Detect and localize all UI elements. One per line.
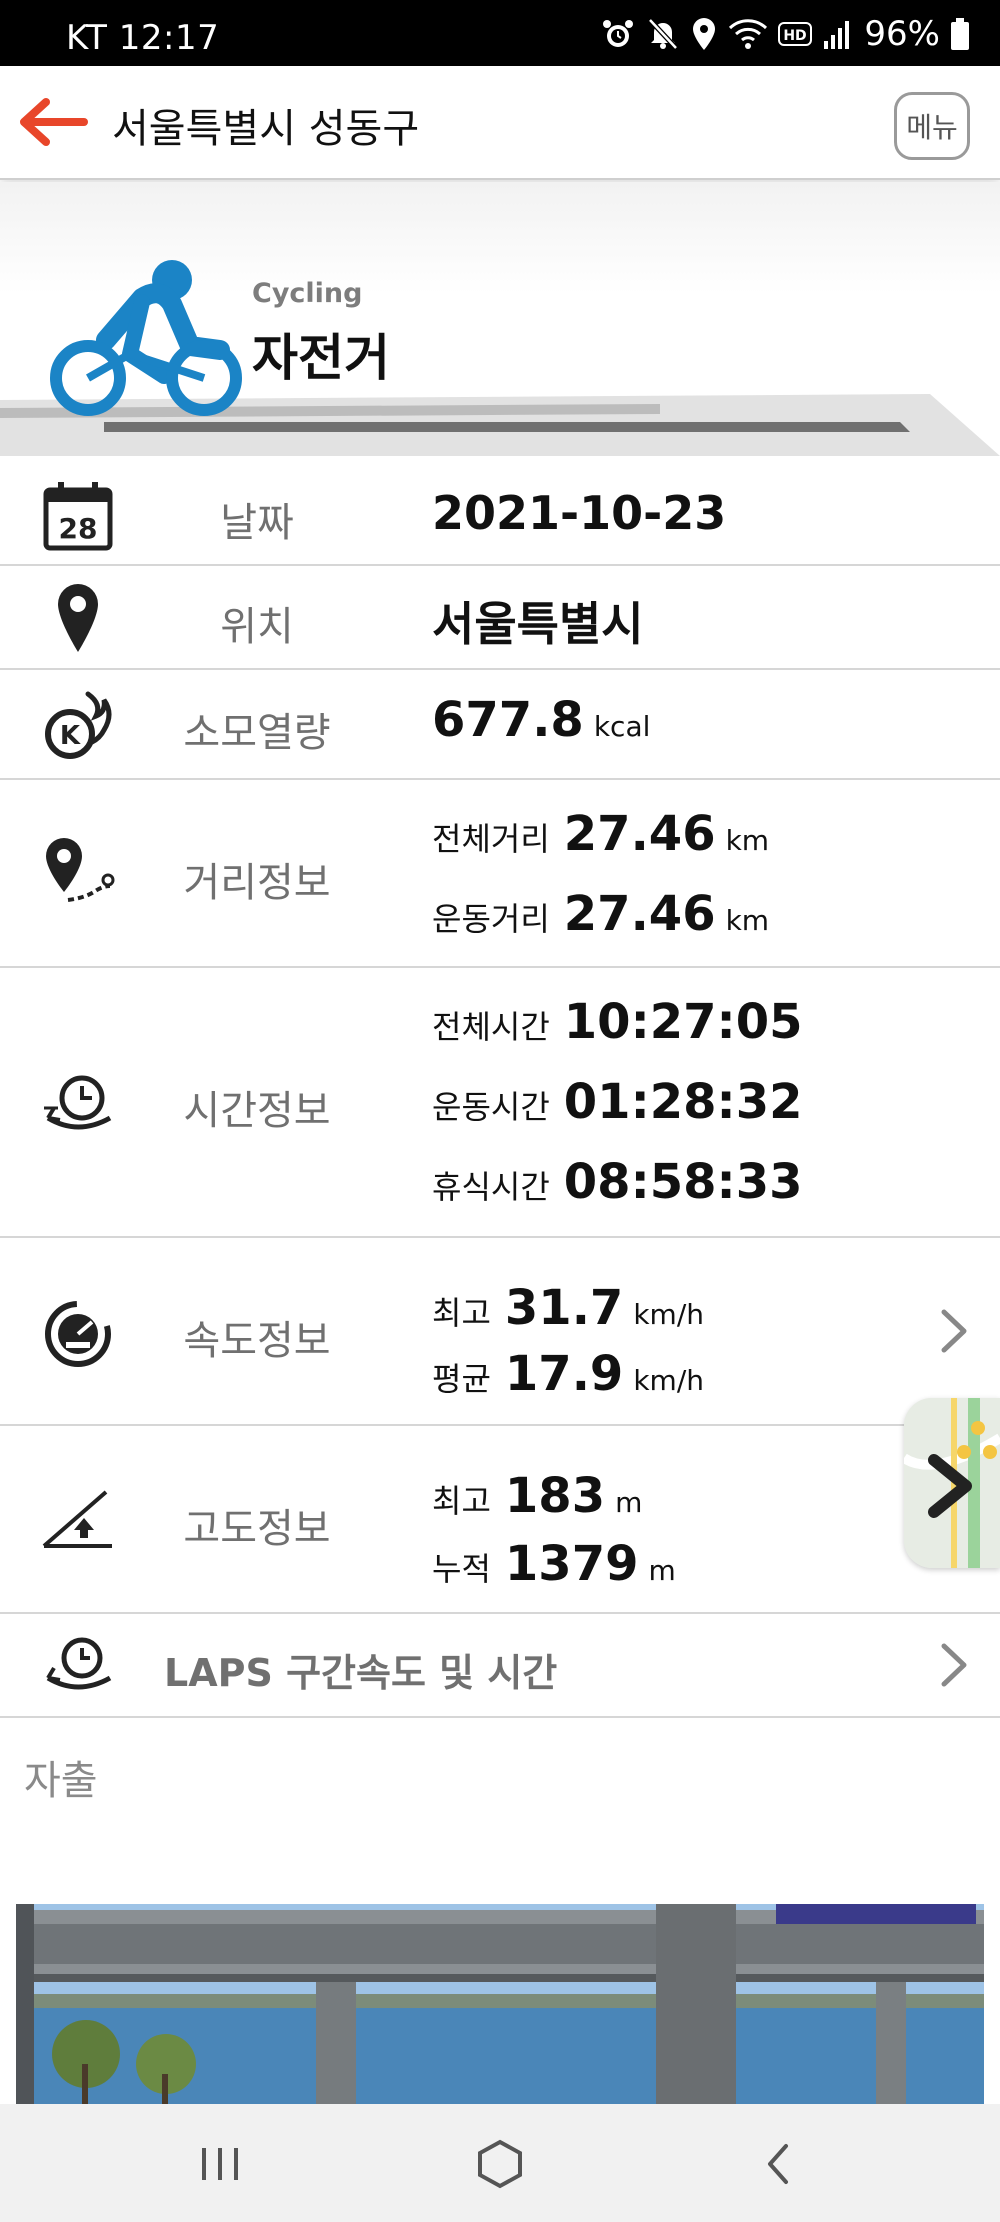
- laps-icon: [46, 1637, 112, 1690]
- max-altitude-value: 183: [504, 1468, 606, 1524]
- recent-apps-icon[interactable]: [190, 2134, 250, 2194]
- calories-row: K 소모열량 677.8 kcal: [0, 670, 1000, 780]
- date-row: 28 날짜 2021-10-23: [0, 462, 1000, 566]
- status-carrier-time: KT 12:17: [66, 18, 220, 58]
- calories-unit: kcal: [593, 710, 651, 743]
- cumulative-altitude-unit: m: [648, 1554, 676, 1587]
- menu-button[interactable]: 메뉴: [894, 92, 970, 160]
- cycling-icon: [50, 260, 242, 416]
- location-row: 위치 서울특별시: [0, 566, 1000, 670]
- system-nav-bar: [0, 2104, 1000, 2222]
- distance-label: 거리정보: [183, 860, 331, 906]
- speedometer-icon: [45, 1301, 111, 1367]
- altitude-row: 고도정보 최고 183 m 누적 1379 m: [0, 1426, 1000, 1614]
- page-title: 서울특별시 성동구: [112, 106, 420, 152]
- rest-time-value: 08:58:33: [563, 1154, 803, 1210]
- cumulative-altitude-value: 1379: [504, 1536, 639, 1592]
- app-bar: 서울특별시 성동구 메뉴: [0, 66, 1000, 180]
- calories-value: 677.8: [432, 692, 584, 748]
- map-thumbnail-button[interactable]: [904, 1398, 1000, 1568]
- date-value: 2021-10-23: [432, 486, 727, 540]
- location-status-icon: [693, 18, 716, 50]
- back-arrow-icon: [20, 98, 88, 146]
- location-value: 서울특별시: [432, 597, 644, 651]
- exercise-distance-label: 운동거리: [432, 900, 550, 938]
- chevron-right-icon[interactable]: [936, 1640, 972, 1690]
- svg-text:HD: HD: [784, 28, 807, 44]
- max-altitude-line: 최고 183 m: [432, 1468, 642, 1524]
- avg-speed-value: 17.9: [504, 1346, 624, 1402]
- avg-speed-label: 평균: [432, 1360, 491, 1398]
- total-time-label: 전체시간: [432, 1008, 550, 1046]
- activity-header: Cycling 자전거: [0, 182, 1000, 462]
- calorie-icon: K: [45, 691, 112, 759]
- altitude-label: 고도정보: [183, 1506, 331, 1552]
- calorie-icon-letter: K: [60, 721, 81, 751]
- calendar-day: 28: [59, 512, 98, 545]
- speed-row[interactable]: 속도정보 최고 31.7 km/h 평균 17.9 km/h: [0, 1238, 1000, 1426]
- calories-label: 소모열량: [183, 710, 331, 756]
- signal-icon: [824, 21, 850, 49]
- activity-title: 자전거: [252, 329, 390, 387]
- exercise-distance-line: 운동거리 27.46 km: [432, 886, 769, 942]
- total-time-value: 10:27:05: [563, 994, 803, 1050]
- total-distance-unit: km: [725, 824, 770, 857]
- battery-percent: 96%: [864, 14, 940, 54]
- total-distance-value: 27.46: [563, 806, 716, 862]
- back-button[interactable]: [14, 94, 94, 150]
- photo-image: [16, 1904, 984, 2104]
- speed-label: 속도정보: [183, 1318, 331, 1364]
- max-altitude-label: 최고: [432, 1482, 491, 1520]
- cumulative-altitude-line: 누적 1379 m: [432, 1536, 676, 1592]
- time-row: 시간정보 전체시간 10:27:05 운동시간 01:28:32 휴식시간 08:58…: [0, 968, 1000, 1238]
- stopwatch-icon: [44, 1075, 112, 1130]
- time-label: 시간정보: [183, 1088, 331, 1134]
- activity-photo[interactable]: [16, 1904, 984, 2104]
- date-label: 날짜: [220, 500, 294, 546]
- rest-time-line: 휴식시간 08:58:33: [432, 1154, 803, 1210]
- max-altitude-unit: m: [615, 1486, 643, 1519]
- max-speed-line: 최고 31.7 km/h: [432, 1280, 704, 1336]
- exercise-distance-value: 27.46: [563, 886, 716, 942]
- laps-label: LAPS 구간속도 및 시간: [164, 1651, 558, 1695]
- distance-row: 거리정보 전체거리 27.46 km 운동거리 27.46 km: [0, 780, 1000, 968]
- chevron-right-icon[interactable]: [936, 1306, 972, 1356]
- laps-row[interactable]: LAPS 구간속도 및 시간: [0, 1614, 1000, 1718]
- home-icon[interactable]: [470, 2134, 530, 2194]
- back-nav-icon[interactable]: [750, 2134, 810, 2194]
- activity-details: 28 날짜 2021-10-23 위치 서울특별시 K 소모열량 677.8 kc…: [0, 462, 1000, 1718]
- altitude-icon: [42, 1490, 112, 1548]
- status-icons: HD 96%: [600, 14, 970, 54]
- battery-icon: [951, 18, 969, 50]
- location-label: 위치: [220, 604, 294, 650]
- mute-icon: [648, 18, 679, 50]
- calendar-icon: 28: [43, 482, 113, 551]
- exercise-time-label: 운동시간: [432, 1088, 550, 1126]
- max-speed-unit: km/h: [633, 1298, 704, 1331]
- avg-speed-line: 평균 17.9 km/h: [432, 1346, 704, 1402]
- max-speed-value: 31.7: [504, 1280, 624, 1336]
- status-bar: KT 12:17 HD 96%: [0, 0, 1000, 66]
- exercise-time-line: 운동시간 01:28:32: [432, 1074, 803, 1130]
- hd-icon: HD: [778, 22, 813, 46]
- rest-time-label: 휴식시간: [432, 1168, 550, 1206]
- max-speed-label: 최고: [432, 1294, 491, 1332]
- calories-value-line: 677.8 kcal: [432, 692, 650, 748]
- wifi-icon: [729, 19, 768, 49]
- location-pin-icon: [58, 584, 98, 652]
- route-icon: [46, 838, 115, 902]
- map-thumbnail-icon: [904, 1398, 1000, 1568]
- total-distance-label: 전체거리: [432, 820, 550, 858]
- total-time-line: 전체시간 10:27:05: [432, 994, 803, 1050]
- cumulative-altitude-label: 누적: [432, 1550, 491, 1588]
- alarm-icon: [603, 20, 634, 47]
- exercise-time-value: 01:28:32: [563, 1074, 803, 1130]
- exercise-distance-unit: km: [725, 904, 770, 937]
- total-distance-line: 전체거리 27.46 km: [432, 806, 769, 862]
- avg-speed-unit: km/h: [633, 1364, 704, 1397]
- memo-text: 자출: [24, 1758, 98, 1804]
- activity-subtitle: Cycling: [252, 278, 363, 309]
